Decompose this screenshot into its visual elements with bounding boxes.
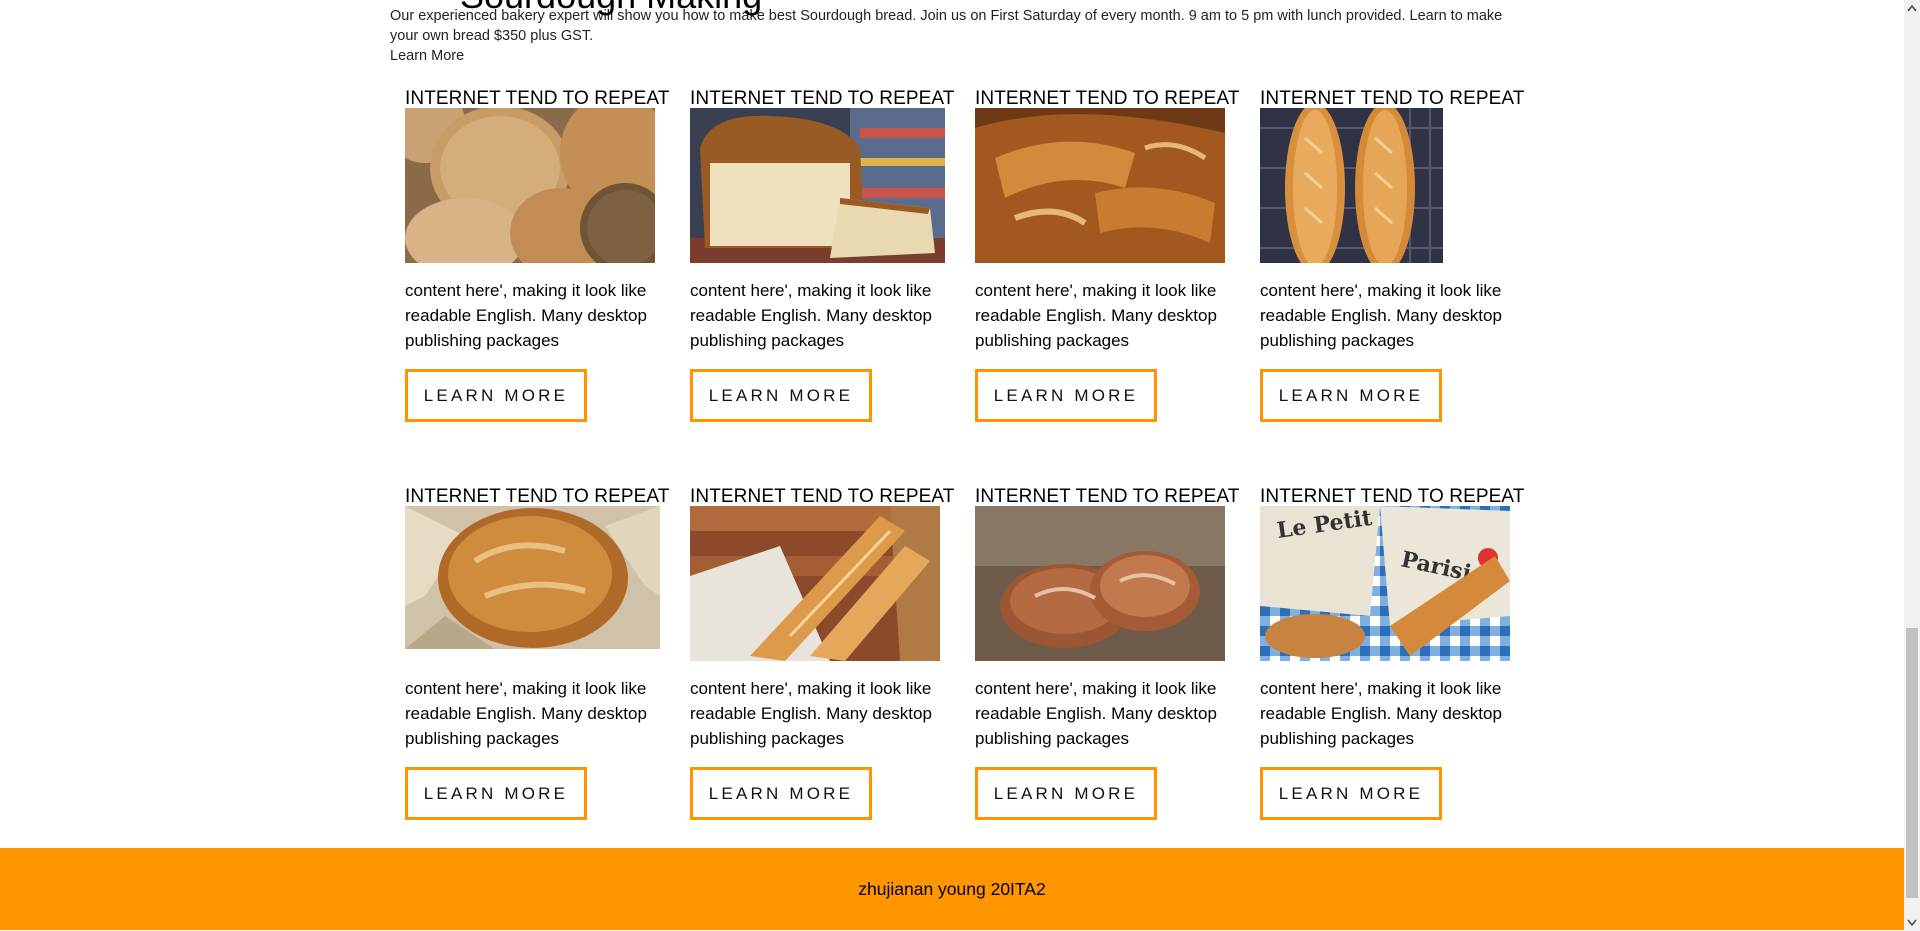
round-loaf-image	[405, 506, 660, 649]
card-text: content here', making it look like reada…	[975, 679, 1217, 748]
baguette-newspaper-image: Le Petit Parisien	[1260, 506, 1510, 661]
card-text: content here', making it look like reada…	[690, 281, 932, 350]
card-title: INTERNET TEND TO REPEAT	[1260, 486, 1525, 507]
product-card: INTERNET TEND TO REPEAT content here', m…	[690, 88, 960, 422]
card-title: INTERNET TEND TO REPEAT	[1260, 88, 1525, 109]
product-card: INTERNET TEND TO REPEAT content here', m…	[690, 486, 960, 820]
product-card: INTERNET TEND TO REPEAT content here', m…	[405, 486, 675, 820]
learn-more-button[interactable]: LEARN MORE	[690, 767, 872, 820]
product-card: INTERNET TEND TO REPEAT content here', m…	[405, 88, 675, 422]
card-text: content here', making it look like reada…	[405, 679, 647, 748]
product-card: INTERNET TEND TO REPEAT content here', m…	[975, 88, 1245, 422]
learn-more-button[interactable]: LEARN MORE	[975, 369, 1157, 422]
baguettes-on-rack-image	[1260, 108, 1443, 263]
card-title: INTERNET TEND TO REPEAT	[975, 486, 1240, 507]
rustic-loaf-image	[975, 108, 1225, 263]
bread-rolls-image	[405, 108, 655, 263]
sliced-loaf-image	[690, 108, 945, 263]
product-card: INTERNET TEND TO REPEAT Le Petit Parisie…	[1260, 486, 1530, 820]
card-text: content here', making it look like reada…	[975, 281, 1217, 350]
intro-learn-more-link[interactable]: Learn More	[390, 48, 464, 64]
scroll-up-arrow-icon[interactable]	[1904, 0, 1920, 16]
footer: zhujianan young 20ITA2	[0, 848, 1904, 930]
card-text: content here', making it look like reada…	[690, 679, 932, 748]
card-title: INTERNET TEND TO REPEAT	[975, 88, 1240, 109]
learn-more-button[interactable]: LEARN MORE	[1260, 369, 1442, 422]
page: Sourdough Making Our experienced bakery …	[0, 0, 1920, 931]
learn-more-button[interactable]: LEARN MORE	[1260, 767, 1442, 820]
learn-more-button[interactable]: LEARN MORE	[405, 767, 587, 820]
card-title: INTERNET TEND TO REPEAT	[405, 486, 670, 507]
card-title: INTERNET TEND TO REPEAT	[690, 486, 955, 507]
product-card: INTERNET TEND TO REPEAT content here', m…	[1260, 88, 1530, 422]
footer-text: zhujianan young 20ITA2	[858, 878, 1046, 899]
card-title: INTERNET TEND TO REPEAT	[405, 88, 670, 109]
vertical-scrollbar[interactable]	[1904, 0, 1920, 931]
scroll-down-arrow-icon[interactable]	[1904, 915, 1920, 931]
scrollbar-thumb[interactable]	[1906, 628, 1918, 898]
card-title: INTERNET TEND TO REPEAT	[690, 88, 955, 109]
product-card: INTERNET TEND TO REPEAT content here', m…	[975, 486, 1245, 820]
intro-section: Sourdough Making Our experienced bakery …	[390, 0, 1530, 66]
sourdough-loaves-image	[975, 506, 1225, 661]
card-text: content here', making it look like reada…	[405, 281, 647, 350]
card-text: content here', making it look like reada…	[1260, 281, 1502, 350]
section-heading: Sourdough Making	[460, 0, 762, 14]
card-text: content here', making it look like reada…	[1260, 679, 1502, 748]
learn-more-button[interactable]: LEARN MORE	[405, 369, 587, 422]
baguettes-in-basket-image	[690, 506, 940, 661]
learn-more-button[interactable]: LEARN MORE	[975, 767, 1157, 820]
learn-more-button[interactable]: LEARN MORE	[690, 369, 872, 422]
